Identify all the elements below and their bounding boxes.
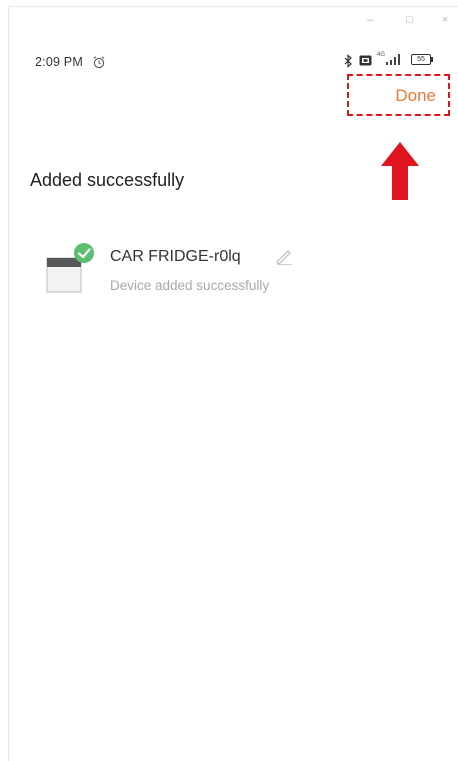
edit-pencil-icon[interactable] [274,246,294,266]
network-type-label: 4G [377,52,386,58]
hd-icon [359,55,372,66]
minimize-button[interactable]: – [367,13,373,27]
status-bar: 2:09 PM 4G 55 [9,43,458,71]
device-list-item: CAR FRIDGE-r0lq Device added successfull… [36,236,416,306]
fridge-device-icon [46,243,94,293]
device-name: CAR FRIDGE-r0lq [110,248,241,265]
status-time: 2:09 PM [35,55,83,69]
window-titlebar: – □ × [9,7,458,37]
battery-level: 55 [417,56,425,63]
close-button[interactable]: × [442,13,448,27]
page-title: Added successfully [30,170,185,190]
maximize-button[interactable]: □ [406,13,413,27]
bluetooth-icon [344,54,352,68]
battery-icon: 55 [411,54,433,65]
app-window: – □ × 2:09 PM 4G 55 [8,6,458,761]
device-status-text: Device added successfully [110,278,270,293]
success-check-badge [74,243,94,263]
done-button[interactable]: Done [347,74,450,116]
signal-icon [386,54,400,65]
arrow-up-icon [381,142,419,200]
alarm-icon [93,56,105,69]
